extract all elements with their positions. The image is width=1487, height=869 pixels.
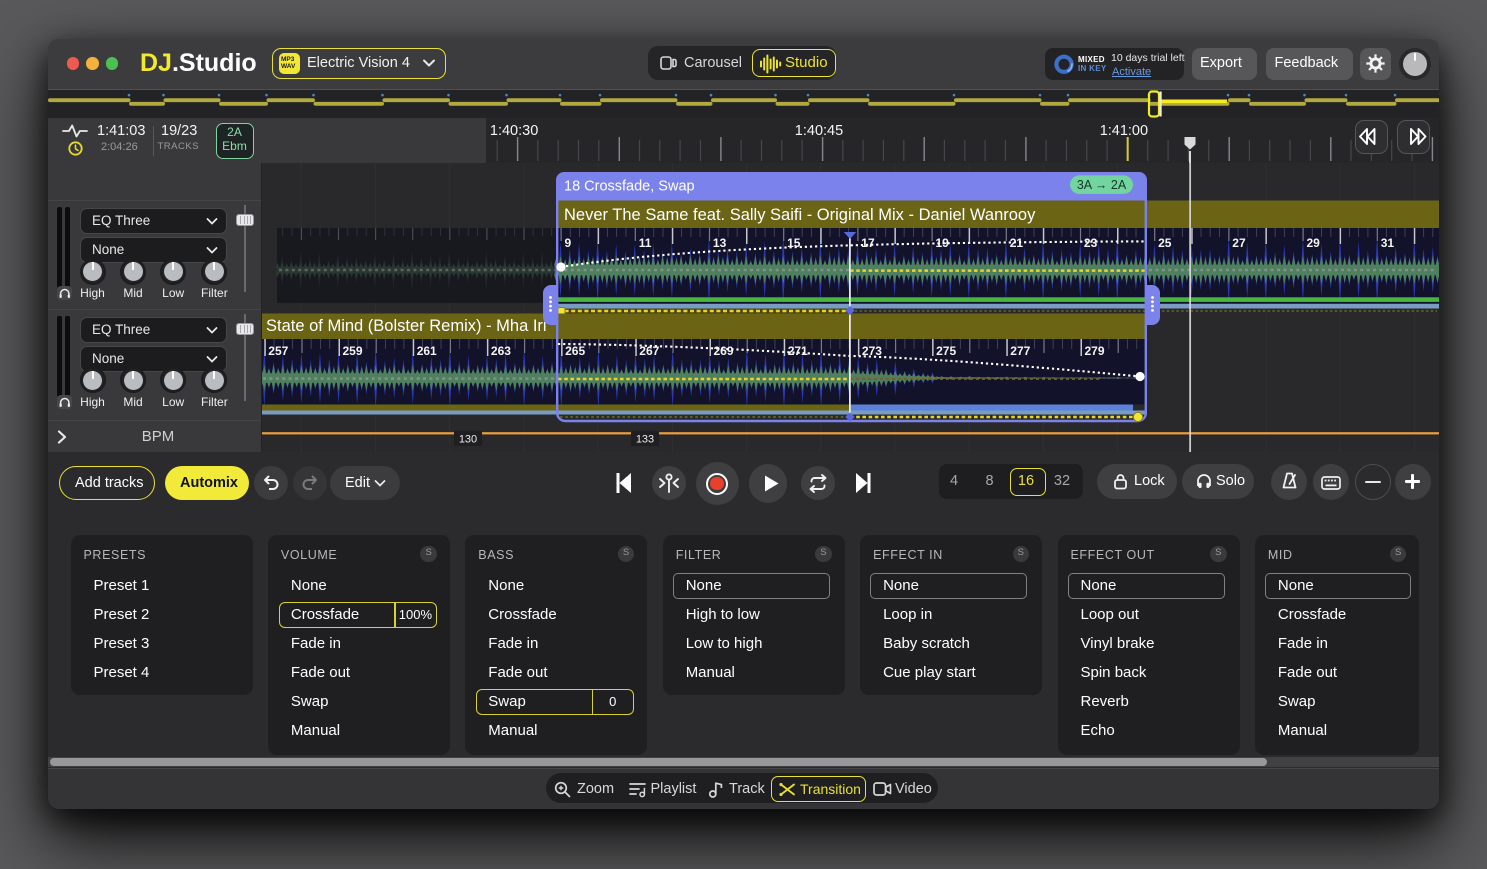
- svg-text:261: 261: [417, 344, 437, 358]
- svg-text:277: 277: [1010, 344, 1030, 358]
- svg-text:21: 21: [1010, 236, 1024, 250]
- svg-text:3A → 2A: 3A → 2A: [1077, 178, 1127, 192]
- svg-text:257: 257: [268, 344, 288, 358]
- svg-text:11: 11: [639, 236, 652, 250]
- svg-text:18 Crossfade, Swap: 18 Crossfade, Swap: [564, 179, 695, 195]
- svg-text:15: 15: [787, 236, 801, 250]
- svg-text:269: 269: [714, 344, 734, 358]
- svg-text:265: 265: [565, 344, 585, 358]
- svg-text:23: 23: [1084, 236, 1098, 250]
- svg-text:130: 130: [459, 434, 477, 446]
- svg-text:275: 275: [936, 344, 956, 358]
- svg-text:279: 279: [1085, 344, 1105, 358]
- svg-text:271: 271: [788, 344, 808, 358]
- svg-text:25: 25: [1158, 236, 1172, 250]
- svg-text:13: 13: [713, 236, 727, 250]
- svg-text:31: 31: [1381, 236, 1395, 250]
- svg-text:27: 27: [1232, 236, 1246, 250]
- svg-text:Never The Same feat. Sally Sai: Never The Same feat. Sally Saifi - Origi…: [564, 206, 1036, 224]
- svg-text:9: 9: [565, 236, 572, 250]
- svg-text:259: 259: [343, 344, 363, 358]
- svg-text:133: 133: [636, 434, 654, 446]
- svg-text:29: 29: [1307, 236, 1321, 250]
- svg-text:17: 17: [861, 236, 875, 250]
- svg-text:263: 263: [491, 344, 511, 358]
- svg-text:State of Mind (Bolster Remix): State of Mind (Bolster Remix) - Mha Iri: [266, 317, 547, 335]
